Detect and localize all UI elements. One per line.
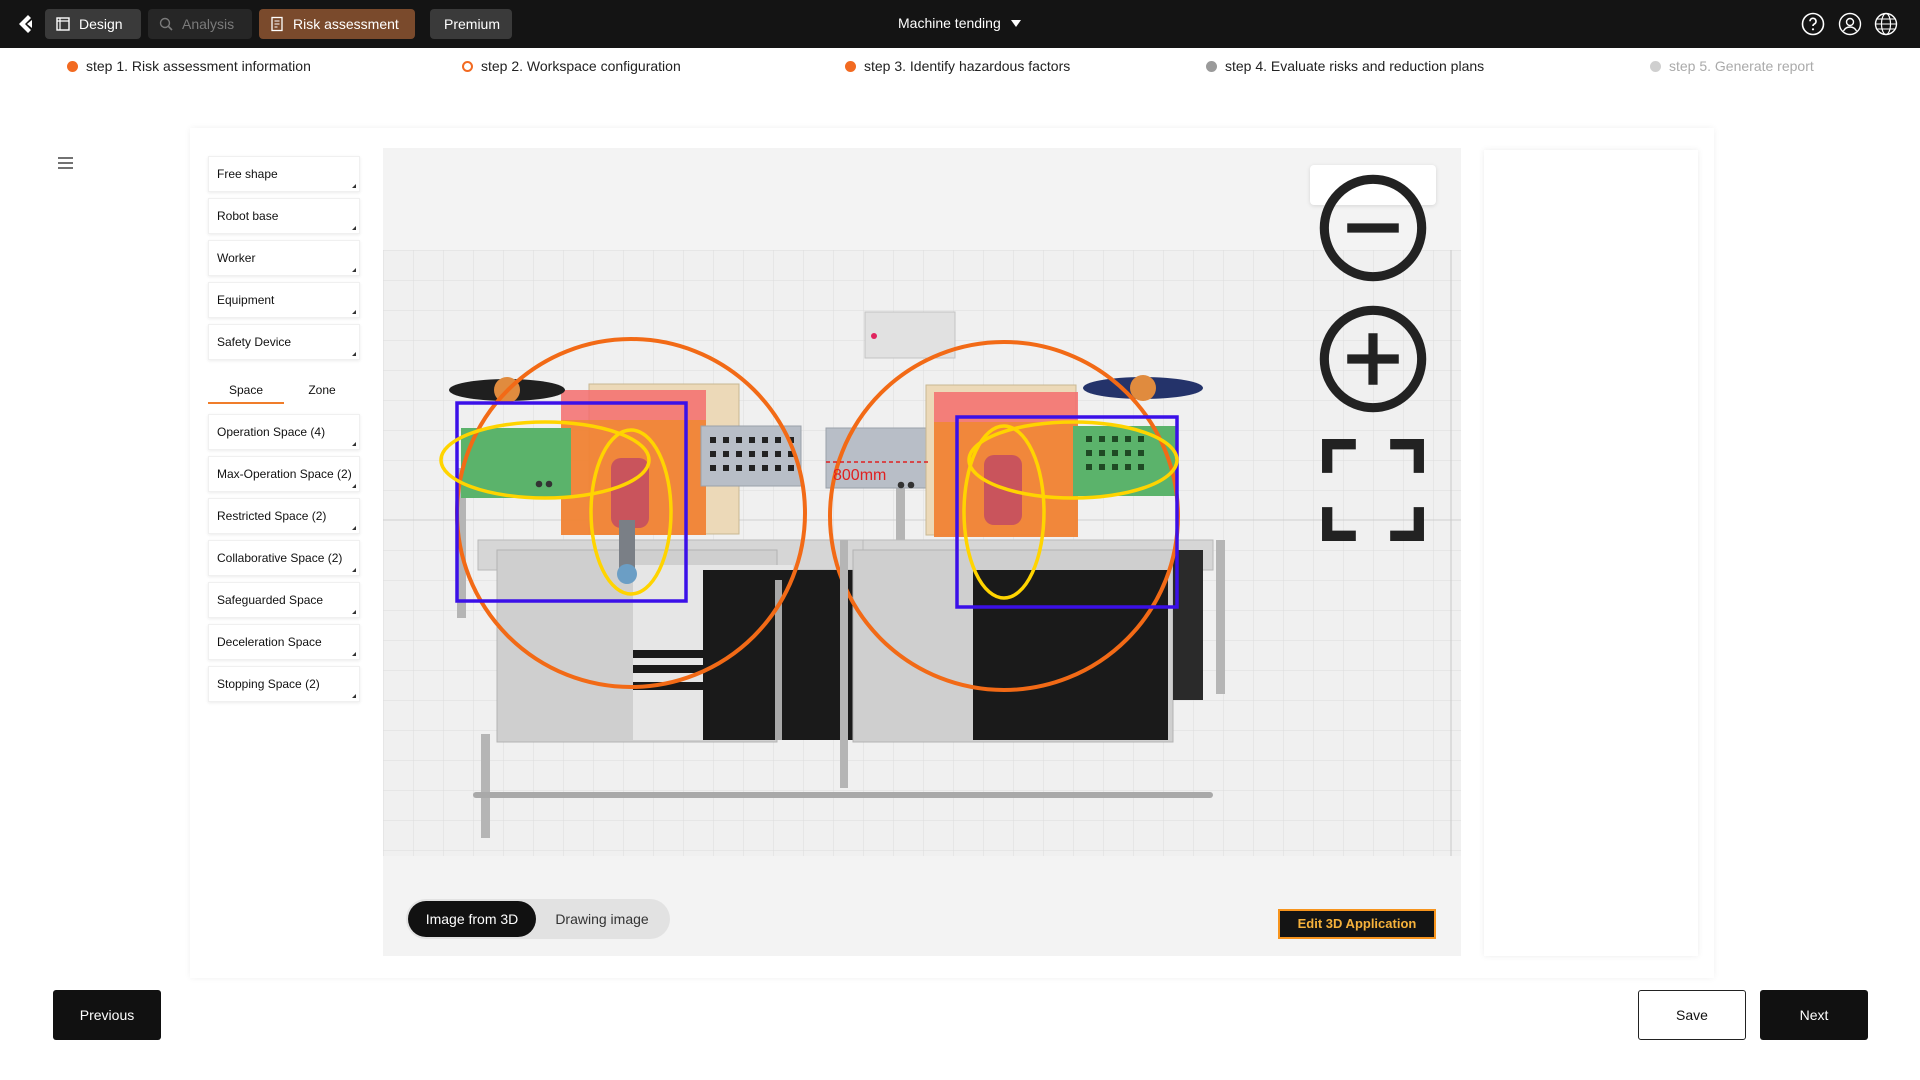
nav-design-button[interactable]: Design xyxy=(45,9,141,39)
document-icon xyxy=(271,16,283,32)
object-label: Worker xyxy=(217,251,256,265)
step-1[interactable]: step 1. Risk assessment information xyxy=(67,58,311,74)
save-button[interactable]: Save xyxy=(1638,990,1746,1040)
step-4-label: step 4. Evaluate risks and reduction pla… xyxy=(1225,58,1485,74)
robot-arm xyxy=(611,458,649,528)
toggle-drawing-image[interactable]: Drawing image xyxy=(538,901,666,937)
nav-risk-assessment-button[interactable]: Risk assessment xyxy=(259,9,415,39)
previous-button[interactable]: Previous xyxy=(53,990,161,1040)
space-deceleration[interactable]: Deceleration Space xyxy=(208,624,360,660)
step-2[interactable]: step 2. Workspace configuration xyxy=(462,58,681,74)
object-list: Free shape Robot base Worker Equipment S… xyxy=(208,156,360,366)
project-title: Machine tending xyxy=(898,15,1001,31)
object-robot-base[interactable]: Robot base xyxy=(208,198,360,234)
machine-black-panel xyxy=(973,570,1168,740)
nav-premium-label: Premium xyxy=(444,16,501,32)
step-current-dot xyxy=(462,60,473,72)
robot-tool xyxy=(617,564,637,584)
toggle-image-from-3d[interactable]: Image from 3D xyxy=(408,901,536,937)
step-2-label: step 2. Workspace configuration xyxy=(481,58,681,74)
tab-zone[interactable]: Zone xyxy=(284,378,360,404)
step-1-label: step 1. Risk assessment information xyxy=(86,58,311,74)
step-done-dot xyxy=(67,60,78,72)
back-logo-icon[interactable] xyxy=(14,12,38,36)
user-icon[interactable] xyxy=(1838,12,1862,36)
base-rail xyxy=(473,792,1213,798)
stepper: step 1. Risk assessment information step… xyxy=(0,58,1920,80)
space-zone-tabs: Space Zone xyxy=(208,378,360,404)
space-restricted[interactable]: Restricted Space (2) xyxy=(208,498,360,534)
top-bar: Design Analysis Risk assessment Premium … xyxy=(0,0,1920,48)
workspace-viewer[interactable]: 800mm xyxy=(383,250,1461,856)
tab-space[interactable]: Space xyxy=(208,378,284,404)
object-label: Robot base xyxy=(217,209,279,223)
step-disabled-dot xyxy=(1650,60,1661,72)
step-pending-dot xyxy=(1206,60,1217,72)
space-safeguarded[interactable]: Safeguarded Space xyxy=(208,582,360,618)
space-max-operation[interactable]: Max-Operation Space (2) xyxy=(208,456,360,492)
step-3-label: step 3. Identify hazardous factors xyxy=(864,58,1071,74)
space-label: Operation Space (4) xyxy=(217,425,326,439)
object-label: Safety Device xyxy=(217,335,292,349)
step-3[interactable]: step 3. Identify hazardous factors xyxy=(845,58,1070,74)
step-5-label: step 5. Generate report xyxy=(1669,58,1814,74)
control-box xyxy=(864,311,956,359)
nav-analysis-label: Analysis xyxy=(182,16,235,32)
distance-label: 800mm xyxy=(833,467,886,484)
space-label: Restricted Space (2) xyxy=(217,509,327,523)
zoom-controls xyxy=(1310,165,1436,541)
zoom-out-icon[interactable] xyxy=(1310,165,1436,291)
nav-risk-assessment-label: Risk assessment xyxy=(293,16,399,32)
view-source-toggle: Image from 3D Drawing image xyxy=(406,899,670,939)
object-free-shape[interactable]: Free shape xyxy=(208,156,360,192)
nav-premium-button[interactable]: Premium xyxy=(430,9,512,39)
menu-icon[interactable] xyxy=(58,157,73,169)
space-stopping[interactable]: Stopping Space (2) xyxy=(208,666,360,702)
space-label: Collaborative Space (2) xyxy=(217,551,343,565)
step-5: step 5. Generate report xyxy=(1650,58,1814,74)
space-label: Safeguarded Space xyxy=(217,593,324,607)
step-4[interactable]: step 4. Evaluate risks and reduction pla… xyxy=(1206,58,1484,74)
project-selector[interactable]: Machine tending xyxy=(898,15,1021,31)
object-label: Free shape xyxy=(217,167,278,181)
properties-panel xyxy=(1484,150,1698,956)
space-label: Stopping Space (2) xyxy=(217,677,320,691)
object-label: Equipment xyxy=(217,293,275,307)
object-worker[interactable]: Worker xyxy=(208,240,360,276)
next-button[interactable]: Next xyxy=(1760,990,1868,1040)
nav-design-label: Design xyxy=(79,16,123,32)
caret-down-icon xyxy=(1010,19,1021,27)
object-safety-device[interactable]: Safety Device xyxy=(208,324,360,360)
nav-analysis-button[interactable]: Analysis xyxy=(148,9,252,39)
object-equipment[interactable]: Equipment xyxy=(208,282,360,318)
edit-3d-application-button[interactable]: Edit 3D Application xyxy=(1278,909,1436,939)
fullscreen-icon[interactable] xyxy=(1310,427,1436,553)
space-operation[interactable]: Operation Space (4) xyxy=(208,414,360,450)
globe-icon[interactable] xyxy=(1874,12,1898,36)
help-icon[interactable] xyxy=(1801,12,1825,36)
indicator-light xyxy=(871,333,877,339)
space-list: Operation Space (4) Max-Operation Space … xyxy=(208,414,360,708)
design-icon xyxy=(56,17,70,31)
zoom-in-icon[interactable] xyxy=(1310,296,1436,422)
analysis-icon xyxy=(159,17,173,31)
space-collaborative[interactable]: Collaborative Space (2) xyxy=(208,540,360,576)
space-label: Deceleration Space xyxy=(217,635,322,649)
space-label: Max-Operation Space (2) xyxy=(217,467,352,481)
robot-arm xyxy=(984,455,1022,525)
step-done-dot xyxy=(845,60,856,72)
